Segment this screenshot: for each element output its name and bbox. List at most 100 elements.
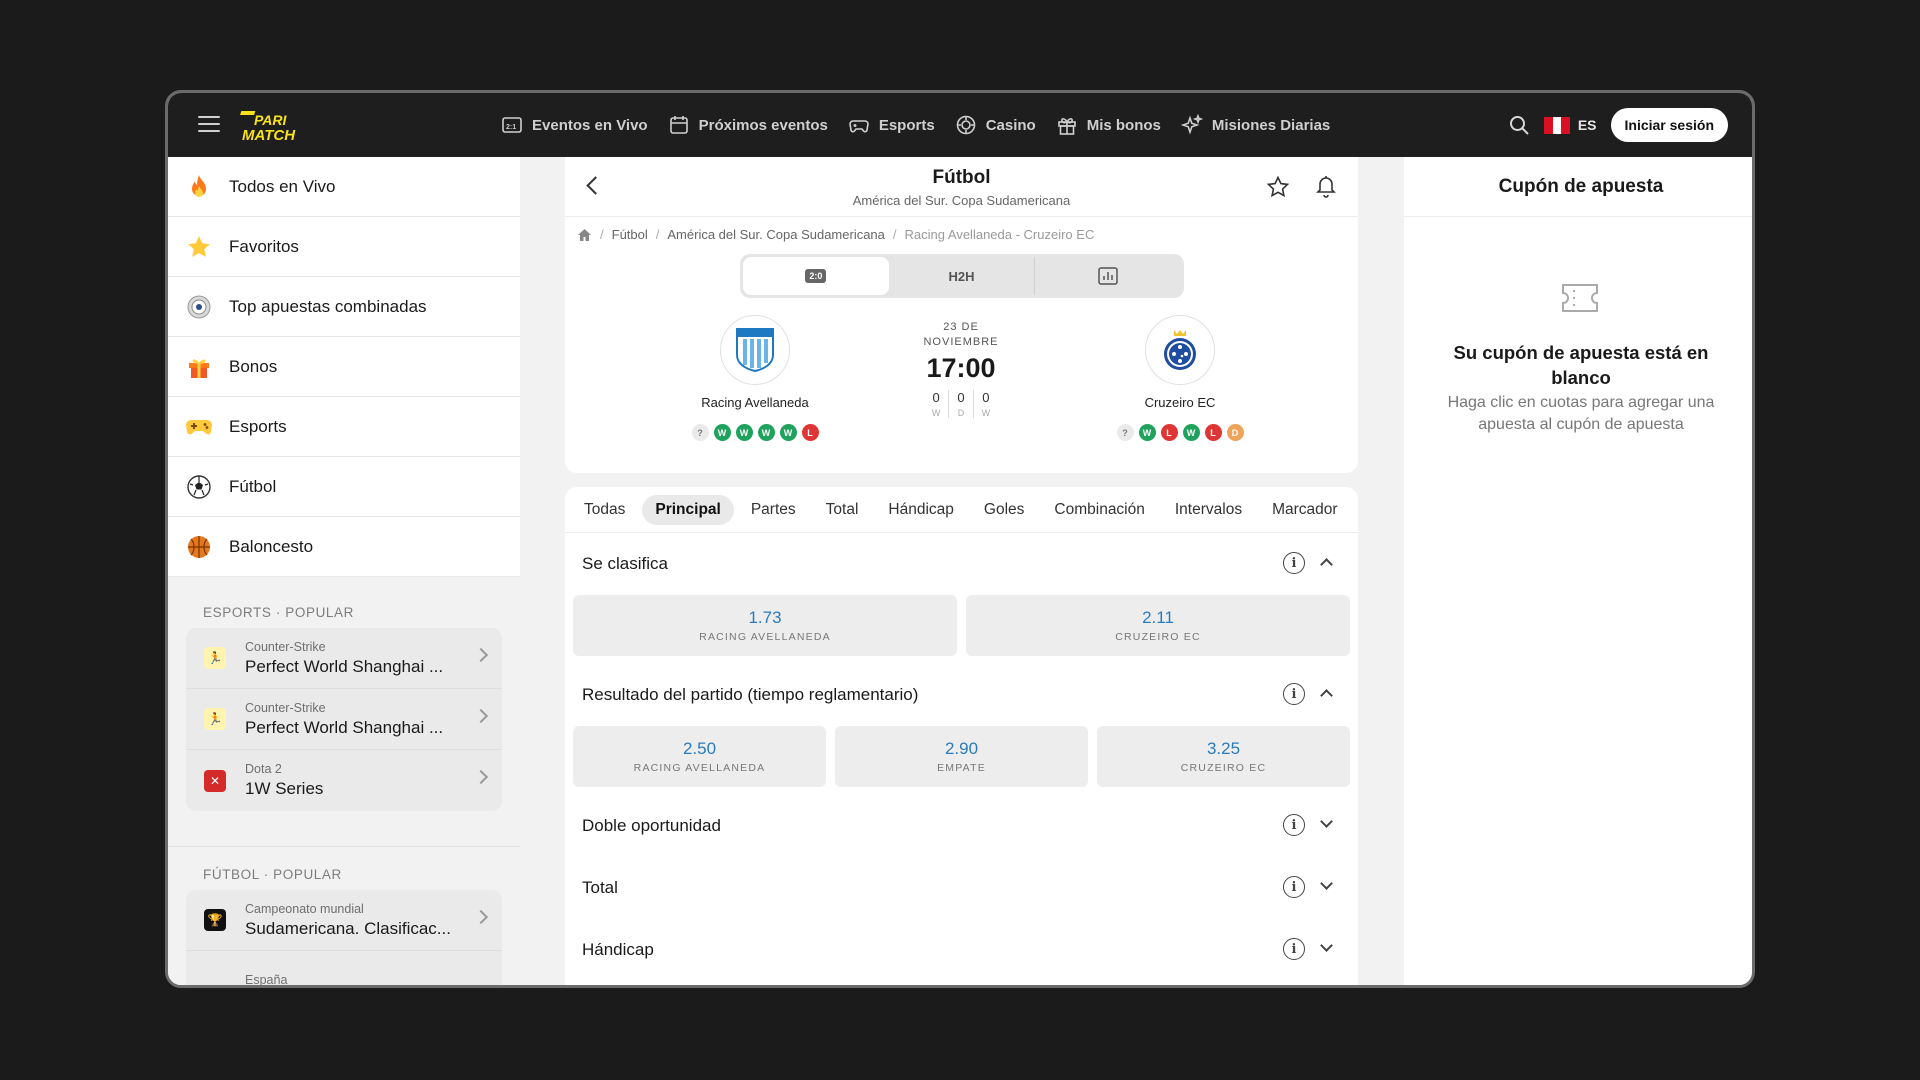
tab-stats[interactable] (1034, 257, 1181, 295)
stats-chart-icon (1098, 267, 1118, 285)
chevron-down-icon[interactable] (1320, 939, 1333, 952)
market-header[interactable]: Resultado del partido (tiempo reglamenta… (565, 664, 1358, 726)
tab-h2h[interactable]: H2H (889, 257, 1035, 295)
dota2-icon: ✕ (204, 769, 226, 792)
home-team-name: Racing Avellaneda (701, 395, 809, 410)
chevron-up-icon[interactable] (1320, 558, 1333, 571)
nav-casino[interactable]: Casino (955, 114, 1036, 136)
chevron-down-icon[interactable] (1320, 877, 1333, 890)
parimatch-logo[interactable]: PARI MATCH (240, 109, 330, 143)
sidebar-item-basketball[interactable]: Baloncesto (168, 517, 520, 577)
nav-upcoming-events[interactable]: Próximos eventos (668, 114, 828, 136)
main-content: Fútbol América del Sur. Copa Sudamerican… (565, 157, 1358, 985)
away-team-form: ? W L W L D (1100, 424, 1260, 441)
football-popular-list: 🏆 Campeonato mundial Sudamericana. Clasif… (186, 890, 502, 985)
chevron-right-icon (473, 708, 489, 724)
odd-button[interactable]: 2.11 CRUZEIRO EC (966, 595, 1350, 656)
sidebar-item-football[interactable]: Fútbol (168, 457, 520, 517)
esports-popular-title: ESPORTS · POPULAR (203, 605, 354, 620)
language-label[interactable]: ES (1578, 117, 1597, 133)
odds-row: 1.73 RACING AVELLANEDA 2.11 CRUZEIRO EC (565, 595, 1358, 656)
match-header: Fútbol América del Sur. Copa Sudamerican… (565, 157, 1358, 217)
market-header[interactable]: Se clasifica i (565, 533, 1358, 595)
info-icon[interactable]: i (1283, 876, 1305, 898)
tab-handicap[interactable]: Hándicap (875, 495, 967, 525)
odds-row: 2.50 RACING AVELLANEDA 2.90 EMPATE 3.25 CRU… (565, 726, 1358, 787)
sparkle-icon (1180, 114, 1203, 135)
login-button[interactable]: Iniciar sesión (1610, 108, 1728, 142)
markets-panel: Todas Principal Partes Total Hándicap Go… (565, 487, 1358, 985)
calendar-icon (669, 116, 688, 134)
tab-all[interactable]: Todas (571, 495, 638, 525)
home-team-form: ? W W W W L (675, 424, 835, 441)
star-icon (185, 233, 213, 261)
nav-my-bonuses[interactable]: Mis bonos (1056, 114, 1161, 136)
tab-main[interactable]: Principal (642, 494, 734, 525)
chevron-right-icon (473, 647, 489, 663)
list-item[interactable]: 🏃 Counter-Strike Perfect World Shanghai .… (186, 689, 502, 750)
away-team[interactable]: Cruzeiro EC ? W L W L D (1100, 315, 1260, 441)
market-header[interactable]: Total i (565, 857, 1358, 919)
match-time-info: 23 DE NOVIEMBRE 17:00 0W 0D 0W (861, 320, 1061, 418)
home-icon[interactable] (577, 228, 592, 242)
breadcrumb: / Fútbol / América del Sur. Copa Sudamer… (577, 227, 1094, 242)
menu-icon[interactable] (198, 113, 220, 135)
sidebar-item-top-combos[interactable]: Top apuestas combinadas (168, 277, 520, 337)
bet-slip-title: Cupón de apuesta (1404, 157, 1752, 217)
list-item[interactable]: 🏃 Counter-Strike Perfect World Shanghai .… (186, 628, 502, 689)
odd-button[interactable]: 2.50 RACING AVELLANEDA (573, 726, 826, 787)
list-item[interactable]: España (186, 951, 502, 985)
odd-button[interactable]: 3.25 CRUZEIRO EC (1097, 726, 1350, 787)
tab-score[interactable]: Marcador (1259, 495, 1350, 525)
home-team[interactable]: Racing Avellaneda ? W W W W L (675, 315, 835, 441)
info-icon[interactable]: i (1283, 938, 1305, 960)
market-header[interactable]: Hándicap i (565, 919, 1358, 981)
sidebar-item-esports[interactable]: Esports (168, 397, 520, 457)
chevron-right-icon (473, 769, 489, 785)
favorite-star-icon[interactable] (1266, 175, 1290, 199)
nav-live-events[interactable]: 2:1 Eventos en Vivo (501, 114, 648, 136)
list-item[interactable]: ✕ Dota 2 1W Series (186, 750, 502, 811)
empty-slip-text: Haga clic en cuotas para agregar una apu… (1447, 394, 1715, 433)
nav-daily-missions[interactable]: Misiones Diarias (1180, 114, 1330, 136)
ticket-icon (1562, 284, 1598, 312)
tab-intervals[interactable]: Intervalos (1162, 495, 1255, 525)
search-icon[interactable] (1508, 114, 1530, 136)
sidebar-item-favorites[interactable]: Favoritos (168, 217, 520, 277)
tab-goals[interactable]: Goles (971, 495, 1038, 525)
bell-icon[interactable] (1314, 173, 1338, 199)
basketball-icon (185, 533, 213, 561)
odd-button[interactable]: 2.90 EMPATE (835, 726, 1088, 787)
match-view-switch: 2:0 H2H (740, 254, 1184, 298)
gamepad-icon (185, 413, 213, 441)
market-header[interactable]: Doble oportunidad i (565, 795, 1358, 857)
market-tabs: Todas Principal Partes Total Hándicap Go… (565, 487, 1358, 533)
empty-slip-title: Su cupón de apuesta está en blanco (1453, 342, 1709, 388)
fire-icon (185, 173, 213, 201)
tab-combination[interactable]: Combinación (1041, 495, 1157, 525)
tab-total[interactable]: Total (813, 495, 872, 525)
soccer-ball-icon (185, 473, 213, 501)
h2h-record: 0W 0D 0W (931, 390, 991, 418)
peru-flag-icon[interactable] (1543, 116, 1570, 134)
list-item[interactable]: 🏆 Campeonato mundial Sudamericana. Clasif… (186, 890, 502, 951)
info-icon[interactable]: i (1283, 552, 1305, 574)
breadcrumb-item[interactable]: América del Sur. Copa Sudamericana (667, 227, 885, 242)
nav-esports[interactable]: Esports (848, 114, 935, 136)
chevron-up-icon[interactable] (1320, 689, 1333, 702)
breadcrumb-item[interactable]: Fútbol (612, 227, 648, 242)
tab-halves[interactable]: Partes (738, 495, 809, 525)
info-icon[interactable]: i (1283, 814, 1305, 836)
breadcrumb-current: Racing Avellaneda - Cruzeiro EC (904, 227, 1095, 242)
sidebar: Todos en Vivo Favoritos Top apuestas com… (168, 157, 520, 985)
odd-button[interactable]: 1.73 RACING AVELLANEDA (573, 595, 957, 656)
sidebar-item-bonuses[interactable]: Bonos (168, 337, 520, 397)
chevron-down-icon[interactable] (1320, 815, 1333, 828)
top-header: PARI MATCH 2:1 Eventos en Vivo Próximos … (168, 93, 1752, 157)
match-date: 23 DE NOVIEMBRE (923, 321, 999, 348)
svg-text:MATCH: MATCH (242, 127, 296, 143)
sidebar-item-live[interactable]: Todos en Vivo (168, 157, 520, 217)
info-icon[interactable]: i (1283, 683, 1305, 705)
tab-scoreboard[interactable]: 2:0 (743, 257, 889, 295)
bet-slip: Cupón de apuesta Su cupón de apuesta est… (1404, 157, 1752, 985)
